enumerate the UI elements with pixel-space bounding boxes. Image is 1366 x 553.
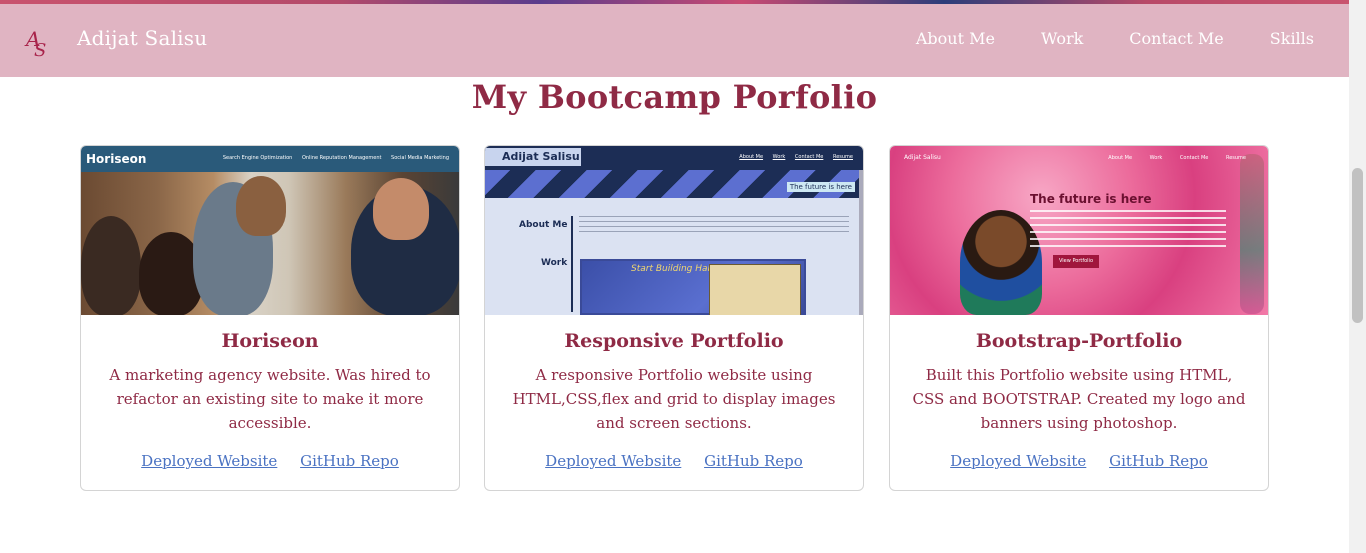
thumb-nav: Search Engine Optimization Online Reputa…	[215, 155, 449, 161]
thumb-logo: Horiseon	[86, 152, 147, 166]
brand-name[interactable]: Adijat Salisu	[77, 26, 207, 50]
card-description: A marketing agency website. Was hired to…	[109, 366, 431, 432]
thumb-view-portfolio-button: View Portfolio	[1053, 255, 1099, 268]
github-repo-link[interactable]: GitHub Repo	[300, 452, 399, 470]
thumb-nav-item: Work	[772, 154, 786, 160]
deployed-website-link[interactable]: Deployed Website	[141, 452, 277, 470]
thumb-nav-item: Work	[1149, 155, 1163, 161]
thumb-nav-item: Contact Me	[794, 154, 824, 160]
card-links: Deployed Website GitHub Repo	[81, 452, 459, 470]
navbar: A S Adijat Salisu About Me Work Contact …	[0, 4, 1349, 77]
thumb-nav-item: About Me	[739, 154, 764, 160]
thumb-headline: The future is here	[1030, 192, 1152, 206]
project-thumbnail[interactable]: Horiseon Search Engine Optimization Onli…	[81, 146, 459, 315]
deployed-website-link[interactable]: Deployed Website	[950, 452, 1086, 470]
section-title: My Bootcamp Porfolio	[471, 78, 878, 116]
nav-skills[interactable]: Skills	[1270, 29, 1314, 48]
github-repo-link[interactable]: GitHub Repo	[704, 452, 803, 470]
team-photo	[81, 172, 459, 315]
scrollbar-thumb[interactable]	[1352, 168, 1363, 323]
thumb-nav-item: Search Engine Optimization	[222, 155, 293, 161]
thumb-nav-item: Contact Me	[1179, 155, 1209, 161]
thumb-banner: The future is here	[786, 182, 855, 192]
thumb-nav-item: Online Reputation Management	[301, 155, 382, 161]
thumb-about-label: About Me	[519, 220, 568, 230]
svg-text:S: S	[34, 40, 46, 60]
thumb-nav: About Me Work Contact Me Resume	[731, 154, 853, 160]
card-title: Responsive Portfolio	[564, 330, 784, 352]
project-thumbnail[interactable]: Adijat Salisu About Me Work Contact Me R…	[485, 146, 863, 315]
thumb-nav-item: Resume	[832, 154, 853, 160]
card-links: Deployed Website GitHub Repo	[485, 452, 863, 470]
card-links: Deployed Website GitHub Repo	[890, 452, 1268, 470]
nav-links: About Me Work Contact Me Skills	[870, 29, 1314, 48]
thumb-name: Adijat Salisu	[485, 148, 581, 166]
logo-icon[interactable]: A S	[24, 24, 54, 60]
project-card-responsive-portfolio: Adijat Salisu About Me Work Contact Me R…	[484, 145, 864, 491]
thumb-nav-item: Resume	[1225, 155, 1246, 161]
nav-work[interactable]: Work	[1041, 29, 1083, 48]
project-card-bootstrap-portfolio: Adijat Salisu About Me Work Contact Me R…	[889, 145, 1269, 491]
thumb-nav: About Me Work Contact Me Resume	[1092, 155, 1246, 161]
deployed-website-link[interactable]: Deployed Website	[545, 452, 681, 470]
nav-contact-me[interactable]: Contact Me	[1129, 29, 1223, 48]
thumb-nav-item: About Me	[1108, 155, 1133, 161]
card-title: Horiseon	[221, 330, 319, 352]
page-scrollbar[interactable]	[1349, 0, 1366, 553]
thumb-nav-item: Social Media Marketing	[391, 155, 449, 161]
project-thumbnail[interactable]: Adijat Salisu About Me Work Contact Me R…	[890, 146, 1268, 315]
github-repo-link[interactable]: GitHub Repo	[1109, 452, 1208, 470]
card-title: Bootstrap-Portfolio	[975, 330, 1183, 352]
project-card-horiseon: Horiseon Search Engine Optimization Onli…	[80, 145, 460, 491]
card-description: A responsive Portfolio website using HTM…	[512, 366, 836, 432]
thumb-name: Adijat Salisu	[904, 154, 941, 161]
nav-about-me[interactable]: About Me	[916, 29, 995, 48]
card-description: Built this Portfolio website using HTML,…	[912, 366, 1246, 432]
thumb-work-label: Work	[541, 258, 568, 268]
